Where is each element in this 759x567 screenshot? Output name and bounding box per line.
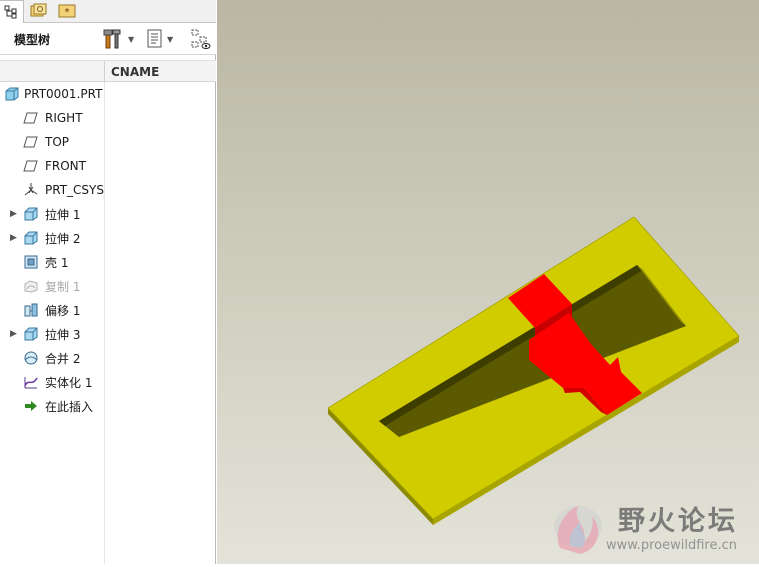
navigator-tab-bar: *: [0, 0, 216, 23]
tree-item-label: 实体化 1: [45, 375, 93, 390]
tab-model-tree[interactable]: [0, 0, 24, 23]
insert-here-arrow-icon: [23, 398, 39, 414]
datum-plane-icon: [23, 110, 39, 126]
tab-favorites[interactable]: *: [54, 0, 80, 22]
tree-item-label: TOP: [45, 135, 70, 149]
tree-item-solidify-1[interactable]: 实体化 1: [0, 370, 104, 394]
datum-plane-icon: [23, 158, 39, 174]
svg-text:*: *: [65, 7, 70, 18]
model-tree-title: 模型树: [14, 33, 51, 47]
expand-arrow-icon[interactable]: ▶: [10, 209, 17, 219]
settings-dropdown-button[interactable]: ▼: [103, 27, 134, 51]
tree-item-label: 合并 2: [45, 351, 81, 366]
offset-icon: [23, 302, 39, 318]
tree-item-copy-1[interactable]: 复制 1: [0, 274, 104, 298]
coordinate-system-icon: [23, 182, 39, 198]
tree-item-extrude-2[interactable]: ▶ 拉伸 2: [0, 226, 104, 250]
chevron-down-icon: ▼: [167, 34, 174, 44]
tree-item-merge-2[interactable]: 合并 2: [0, 346, 104, 370]
flame-logo-icon: [554, 506, 602, 554]
extrude-icon: [23, 230, 39, 246]
column-divider: [104, 82, 105, 564]
model-tree-icon: [4, 5, 17, 19]
column-header-cname[interactable]: CNAME: [111, 65, 159, 79]
tree-item-extrude-3[interactable]: ▶ 拉伸 3: [0, 322, 104, 346]
tree-item-label: 拉伸 3: [45, 327, 81, 342]
tree-item-top[interactable]: TOP: [0, 130, 104, 154]
tree-item-offset-1[interactable]: 偏移 1: [0, 298, 104, 322]
tree-item-label: FRONT: [45, 159, 86, 173]
column-separator[interactable]: [104, 61, 105, 82]
part-3d-view: [327, 216, 740, 525]
tree-item-label: RIGHT: [45, 111, 83, 125]
tree-item-label: PRT_CSYS_: [45, 183, 104, 197]
tree-item-label: 在此插入: [45, 399, 94, 414]
merge-icon: [23, 350, 39, 366]
tree-item-front[interactable]: FRONT: [0, 154, 104, 178]
model-tree: PRT0001.PRT RIGHT TOP FRONT PRT_CSYS_ ▶ …: [0, 82, 104, 418]
tree-column-header: CNAME: [0, 60, 216, 82]
solidify-icon: [23, 374, 39, 390]
tree-filter-icon: [191, 29, 211, 49]
part-icon: [4, 86, 20, 102]
extrude-icon: [23, 206, 39, 222]
tree-item-extrude-1[interactable]: ▶ 拉伸 1: [0, 202, 104, 226]
chevron-down-icon: ▼: [128, 34, 135, 44]
tree-filter-button[interactable]: [190, 27, 212, 51]
extrude-icon: [23, 326, 39, 342]
favorites-folder-icon: *: [58, 4, 76, 18]
folder-browser-icon: [30, 3, 47, 17]
tools-icon: [103, 29, 121, 49]
expand-arrow-icon[interactable]: ▶: [10, 233, 17, 243]
datum-plane-icon: [23, 134, 39, 150]
tree-item-right[interactable]: RIGHT: [0, 106, 104, 130]
tree-item-label: 偏移 1: [45, 303, 81, 318]
model-tree-panel: * 模型树 ▼ ▼ CNAME PRT0001.PRT RIGHT TOP FR…: [0, 0, 216, 564]
tree-item-label: PRT0001.PRT: [24, 87, 103, 101]
model-tree-header: 模型树 ▼ ▼: [0, 23, 216, 55]
watermark-title: 野火论坛: [618, 506, 738, 537]
tree-item-label: 拉伸 1: [45, 207, 81, 222]
tree-item-label: 壳 1: [45, 255, 69, 270]
tree-item-insert-here[interactable]: 在此插入: [0, 394, 104, 418]
tree-item-shell-1[interactable]: 壳 1: [0, 250, 104, 274]
graphics-viewport[interactable]: [217, 0, 759, 564]
expand-arrow-icon[interactable]: ▶: [10, 329, 17, 339]
tree-item-csys[interactable]: PRT_CSYS_: [0, 178, 104, 202]
tree-item-label: 拉伸 2: [45, 231, 81, 246]
watermark-url: www.proewildfire.cn: [606, 538, 737, 553]
shell-icon: [23, 254, 39, 270]
copy-icon: [23, 278, 39, 294]
forum-watermark: 野火论坛 www.proewildfire.cn: [548, 496, 759, 562]
tree-item-label: 复制 1: [45, 279, 81, 294]
tab-folder-browser[interactable]: [26, 0, 52, 22]
document-list-icon: [147, 29, 162, 48]
show-dropdown-button[interactable]: ▼: [146, 27, 173, 51]
tree-item-part[interactable]: PRT0001.PRT: [0, 82, 104, 106]
